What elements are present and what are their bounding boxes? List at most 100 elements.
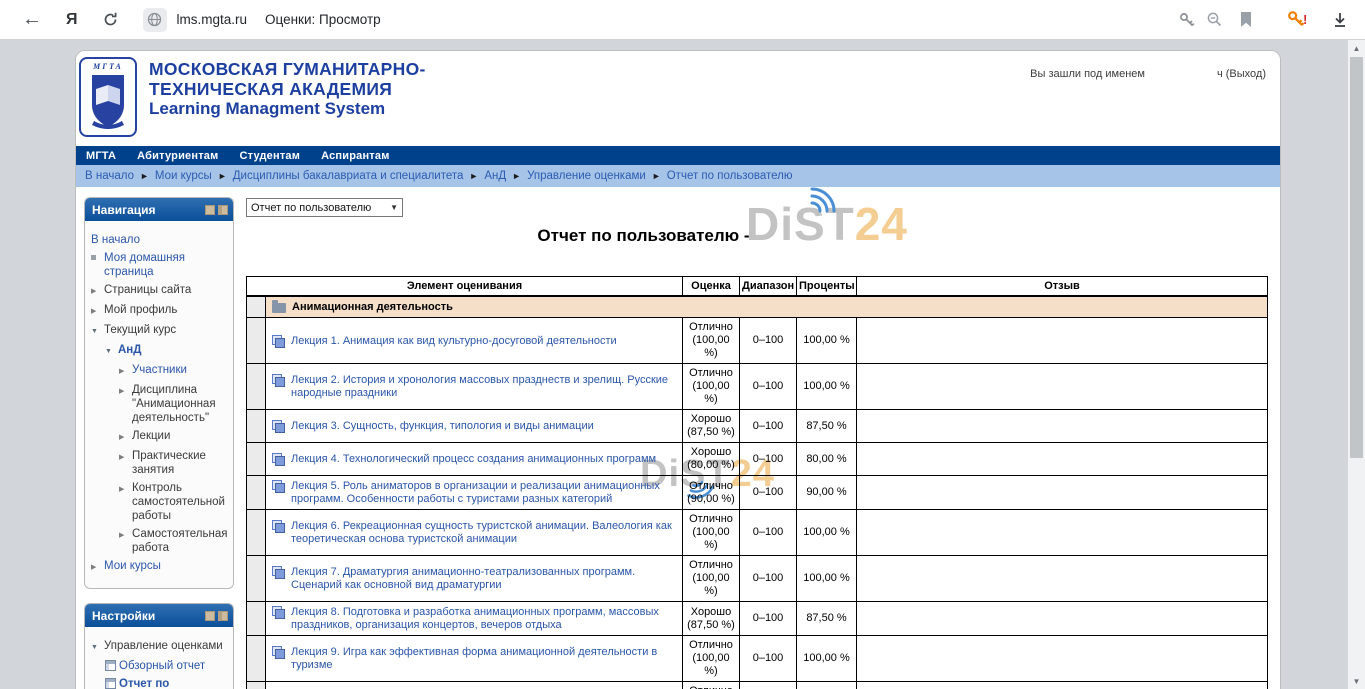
expand-icon[interactable]: ▶ xyxy=(119,527,132,543)
nav-item-2[interactable]: Студентам xyxy=(239,150,300,162)
vertical-scrollbar[interactable]: ▲ ▼ xyxy=(1348,40,1365,689)
collapse-block-icon[interactable] xyxy=(205,611,215,621)
item-link[interactable]: Лекция 1. Анимация как вид культурно-дос… xyxy=(291,334,617,348)
expand-icon[interactable]: ▶ xyxy=(119,363,132,379)
item-link[interactable]: Лекция 4. Технологический процесс создан… xyxy=(291,452,656,466)
scroll-down-icon[interactable]: ▼ xyxy=(1348,677,1365,686)
address-bar-url[interactable]: lms.mgta.ru xyxy=(177,12,248,27)
indent-cell xyxy=(247,636,266,682)
col-header-grade: Оценка xyxy=(683,277,740,297)
bookmark-icon[interactable] xyxy=(1238,11,1254,29)
page-background: МГТА МОСКОВСКАЯ ГУМАНИТАРНО- ТЕХНИЧЕСКАЯ… xyxy=(0,40,1348,689)
settings-block-header: Настройки xyxy=(85,604,233,627)
expand-icon[interactable]: ▶ xyxy=(119,383,132,399)
table-header-row: Элемент оценивания Оценка Диапазон Проце… xyxy=(247,277,1268,297)
item-inner: Лекция 3. Сущность, функция, типология и… xyxy=(272,419,676,433)
category-cell: Анимационная деятельность xyxy=(266,296,1268,318)
mgta-logo[interactable]: МГТА xyxy=(79,57,137,137)
sidebar-item-label: Самостоятельная работа xyxy=(132,527,229,555)
feedback-cell xyxy=(857,443,1268,476)
table-row: Лекция 5. Роль аниматоров в организации … xyxy=(247,476,1268,510)
download-icon[interactable] xyxy=(1330,10,1350,30)
sidebar-item: ▶Самостоятельная работа xyxy=(119,527,229,555)
breadcrumb-separator-icon: ► xyxy=(652,171,661,181)
back-icon[interactable]: ← xyxy=(22,8,42,31)
range-cell: 0–100 xyxy=(740,476,797,510)
collapse-icon[interactable]: ▼ xyxy=(105,343,118,359)
browser-toolbar: ← Я lms.mgta.ru Оценки: Просмотр ! xyxy=(0,0,1365,40)
category-inner: Анимационная деятельность xyxy=(272,301,1261,313)
breadcrumb-item[interactable]: Дисциплины бакалавриата и специалитета xyxy=(233,170,464,182)
scrollbar-thumb[interactable] xyxy=(1350,57,1363,458)
nav-item-0[interactable]: МГТА xyxy=(86,150,116,162)
academy-title: МОСКОВСКАЯ ГУМАНИТАРНО- ТЕХНИЧЕСКАЯ АКАД… xyxy=(149,59,426,119)
grade-value: Хорошо xyxy=(685,413,737,426)
sidebar-item[interactable]: ▶Участники xyxy=(119,363,229,379)
nav-item-3[interactable]: Аспирантам xyxy=(321,150,389,162)
breadcrumb-item[interactable]: АнД xyxy=(484,170,506,182)
sidebar-item[interactable]: ▼АнД xyxy=(105,343,229,359)
item-link[interactable]: Лекция 3. Сущность, функция, типология и… xyxy=(291,419,594,433)
zoom-page-icon[interactable] xyxy=(1206,11,1224,29)
report-type-select[interactable]: Отчет по пользователю ▼ xyxy=(246,198,403,217)
scroll-up-icon[interactable]: ▲ xyxy=(1348,44,1365,53)
sidebar: Навигация В начало Моя домашняя страница ▶… xyxy=(84,197,234,689)
dock-block-icon[interactable] xyxy=(218,611,228,621)
percent-cell: 100,00 % xyxy=(797,556,857,602)
item-link[interactable]: Лекция 8. Подготовка и разработка анимац… xyxy=(291,605,676,632)
breadcrumb-item[interactable]: Управление оценками xyxy=(527,170,646,182)
item-link[interactable]: Лекция 9. Игра как эффективная форма ани… xyxy=(291,645,676,672)
breadcrumb-item[interactable]: Отчет по пользователю xyxy=(667,170,793,182)
collapse-icon[interactable]: ▼ xyxy=(91,639,104,655)
collapse-icon[interactable]: ▼ xyxy=(91,323,104,339)
logout-link[interactable]: ч (Выход) xyxy=(1217,68,1266,80)
table-row: ✓Итоговое тестированиеОтлично(100,00 %)0… xyxy=(247,682,1268,689)
nav-item-1[interactable]: Абитуриентам xyxy=(137,150,218,162)
expand-icon[interactable]: ▶ xyxy=(119,429,132,445)
navigation-block-title: Навигация xyxy=(92,203,156,217)
expand-icon[interactable]: ▶ xyxy=(91,283,104,299)
password-manager-icon[interactable] xyxy=(1178,11,1196,29)
grade-percent: (100,00 %) xyxy=(685,334,737,360)
navigation-block-header: Навигация xyxy=(85,198,233,221)
dock-block-icon[interactable] xyxy=(218,205,228,215)
item-link[interactable]: Лекция 2. История и хронология массовых … xyxy=(291,373,676,400)
logo-abbr-text: МГТА xyxy=(93,62,123,71)
expand-icon[interactable]: ▶ xyxy=(119,481,132,497)
item-link[interactable]: Лекция 5. Роль аниматоров в организации … xyxy=(291,479,676,506)
col-header-range: Диапазон xyxy=(740,277,797,297)
sidebar-item-label: Лекции xyxy=(132,429,170,443)
sidebar-item[interactable]: Обзорный отчет xyxy=(105,659,229,673)
expand-icon[interactable]: ▶ xyxy=(119,449,132,465)
feedback-cell xyxy=(857,364,1268,410)
academy-title-line2: ТЕХНИЧЕСКАЯ АКАДЕМИЯ xyxy=(149,79,426,99)
breadcrumb-item[interactable]: В начало xyxy=(85,170,134,182)
yandex-browser-icon[interactable]: Я xyxy=(66,11,78,29)
item-link[interactable]: Лекция 6. Рекреационная сущность туристс… xyxy=(291,519,676,546)
sidebar-item-label: Текущий курс xyxy=(104,323,176,337)
address-bar-page-title[interactable]: Оценки: Просмотр xyxy=(265,12,381,27)
breadcrumb: В начало►Мои курсы►Дисциплины бакалавриа… xyxy=(76,165,1280,187)
site-security-chip[interactable] xyxy=(143,8,167,32)
expand-icon[interactable]: ▶ xyxy=(91,559,104,575)
refresh-icon[interactable] xyxy=(102,11,119,28)
sidebar-item: ▼Текущий курс xyxy=(91,323,229,339)
grade-percent: (87,50 %) xyxy=(685,426,737,439)
sidebar-item-label: Мой профиль xyxy=(104,303,177,317)
protect-key-alert-icon[interactable]: ! xyxy=(1286,9,1307,29)
content-body: Навигация В начало Моя домашняя страница ▶… xyxy=(76,187,1280,689)
item-cell: Лекция 1. Анимация как вид культурно-дос… xyxy=(266,318,683,364)
collapse-block-icon[interactable] xyxy=(205,205,215,215)
sidebar-item[interactable]: В начало xyxy=(91,233,229,247)
breadcrumb-item[interactable]: Мои курсы xyxy=(155,170,212,182)
lesson-icon xyxy=(272,520,285,533)
sidebar-item[interactable]: Моя домашняя страница xyxy=(91,251,229,279)
feedback-cell xyxy=(857,556,1268,602)
grade-percent: (100,00 %) xyxy=(685,572,737,598)
expand-icon[interactable]: ▶ xyxy=(91,303,104,319)
item-link[interactable]: Лекция 7. Драматургия анимационно-театра… xyxy=(291,565,676,592)
sidebar-item[interactable]: ▶Мои курсы xyxy=(91,559,229,575)
item-inner: Лекция 7. Драматургия анимационно-театра… xyxy=(272,565,676,592)
sidebar-item: ▼Управление оценками xyxy=(91,639,229,655)
sidebar-item[interactable]: Отчет по пользователю xyxy=(105,677,229,689)
